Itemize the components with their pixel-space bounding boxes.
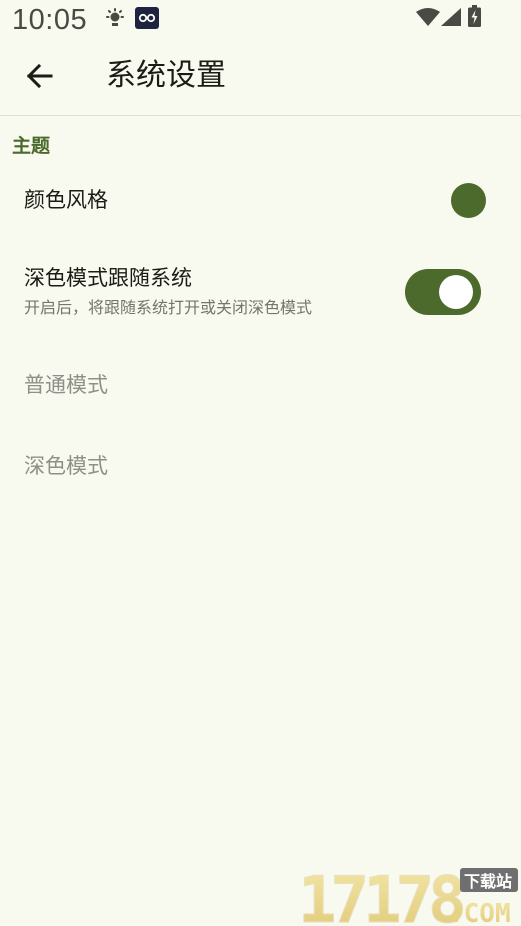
back-button[interactable] bbox=[20, 56, 60, 96]
wifi-icon bbox=[416, 8, 440, 26]
follow-system-dark-label: 深色模式跟随系统 bbox=[24, 266, 192, 290]
page-title: 系统设置 bbox=[106, 58, 226, 93]
battery-charging-icon bbox=[468, 5, 481, 27]
follow-system-dark-toggle[interactable] bbox=[405, 269, 481, 315]
follow-system-dark-description: 开启后，将跟随系统打开或关闭深色模式 bbox=[24, 298, 313, 317]
svg-text:17178: 17178 bbox=[298, 864, 463, 926]
arrow-back-icon bbox=[26, 63, 53, 89]
status-bar: 10:05 bbox=[0, 0, 521, 46]
normal-mode-option[interactable]: 普通模式 bbox=[0, 356, 521, 416]
color-style-swatch[interactable] bbox=[451, 183, 486, 218]
dark-mode-label: 深色模式 bbox=[24, 454, 108, 478]
normal-mode-label: 普通模式 bbox=[24, 373, 108, 397]
color-style-label: 颜色风格 bbox=[24, 188, 108, 212]
watermark-logo: 17178 下载站 .COM bbox=[298, 864, 518, 926]
app-bar: 系统设置 bbox=[0, 46, 521, 116]
app-notification-icon bbox=[135, 7, 159, 29]
color-style-setting[interactable]: 颜色风格 bbox=[0, 168, 521, 232]
section-header-theme: 主题 bbox=[12, 135, 51, 157]
dark-mode-option[interactable]: 深色模式 bbox=[0, 437, 521, 497]
status-time: 10:05 bbox=[12, 4, 88, 36]
toggle-thumb bbox=[439, 275, 473, 309]
cellular-signal-icon bbox=[441, 8, 461, 26]
svg-text:下载站: 下载站 bbox=[464, 872, 512, 891]
svg-text:.COM: .COM bbox=[448, 899, 511, 926]
weather-sun-icon bbox=[106, 8, 124, 26]
